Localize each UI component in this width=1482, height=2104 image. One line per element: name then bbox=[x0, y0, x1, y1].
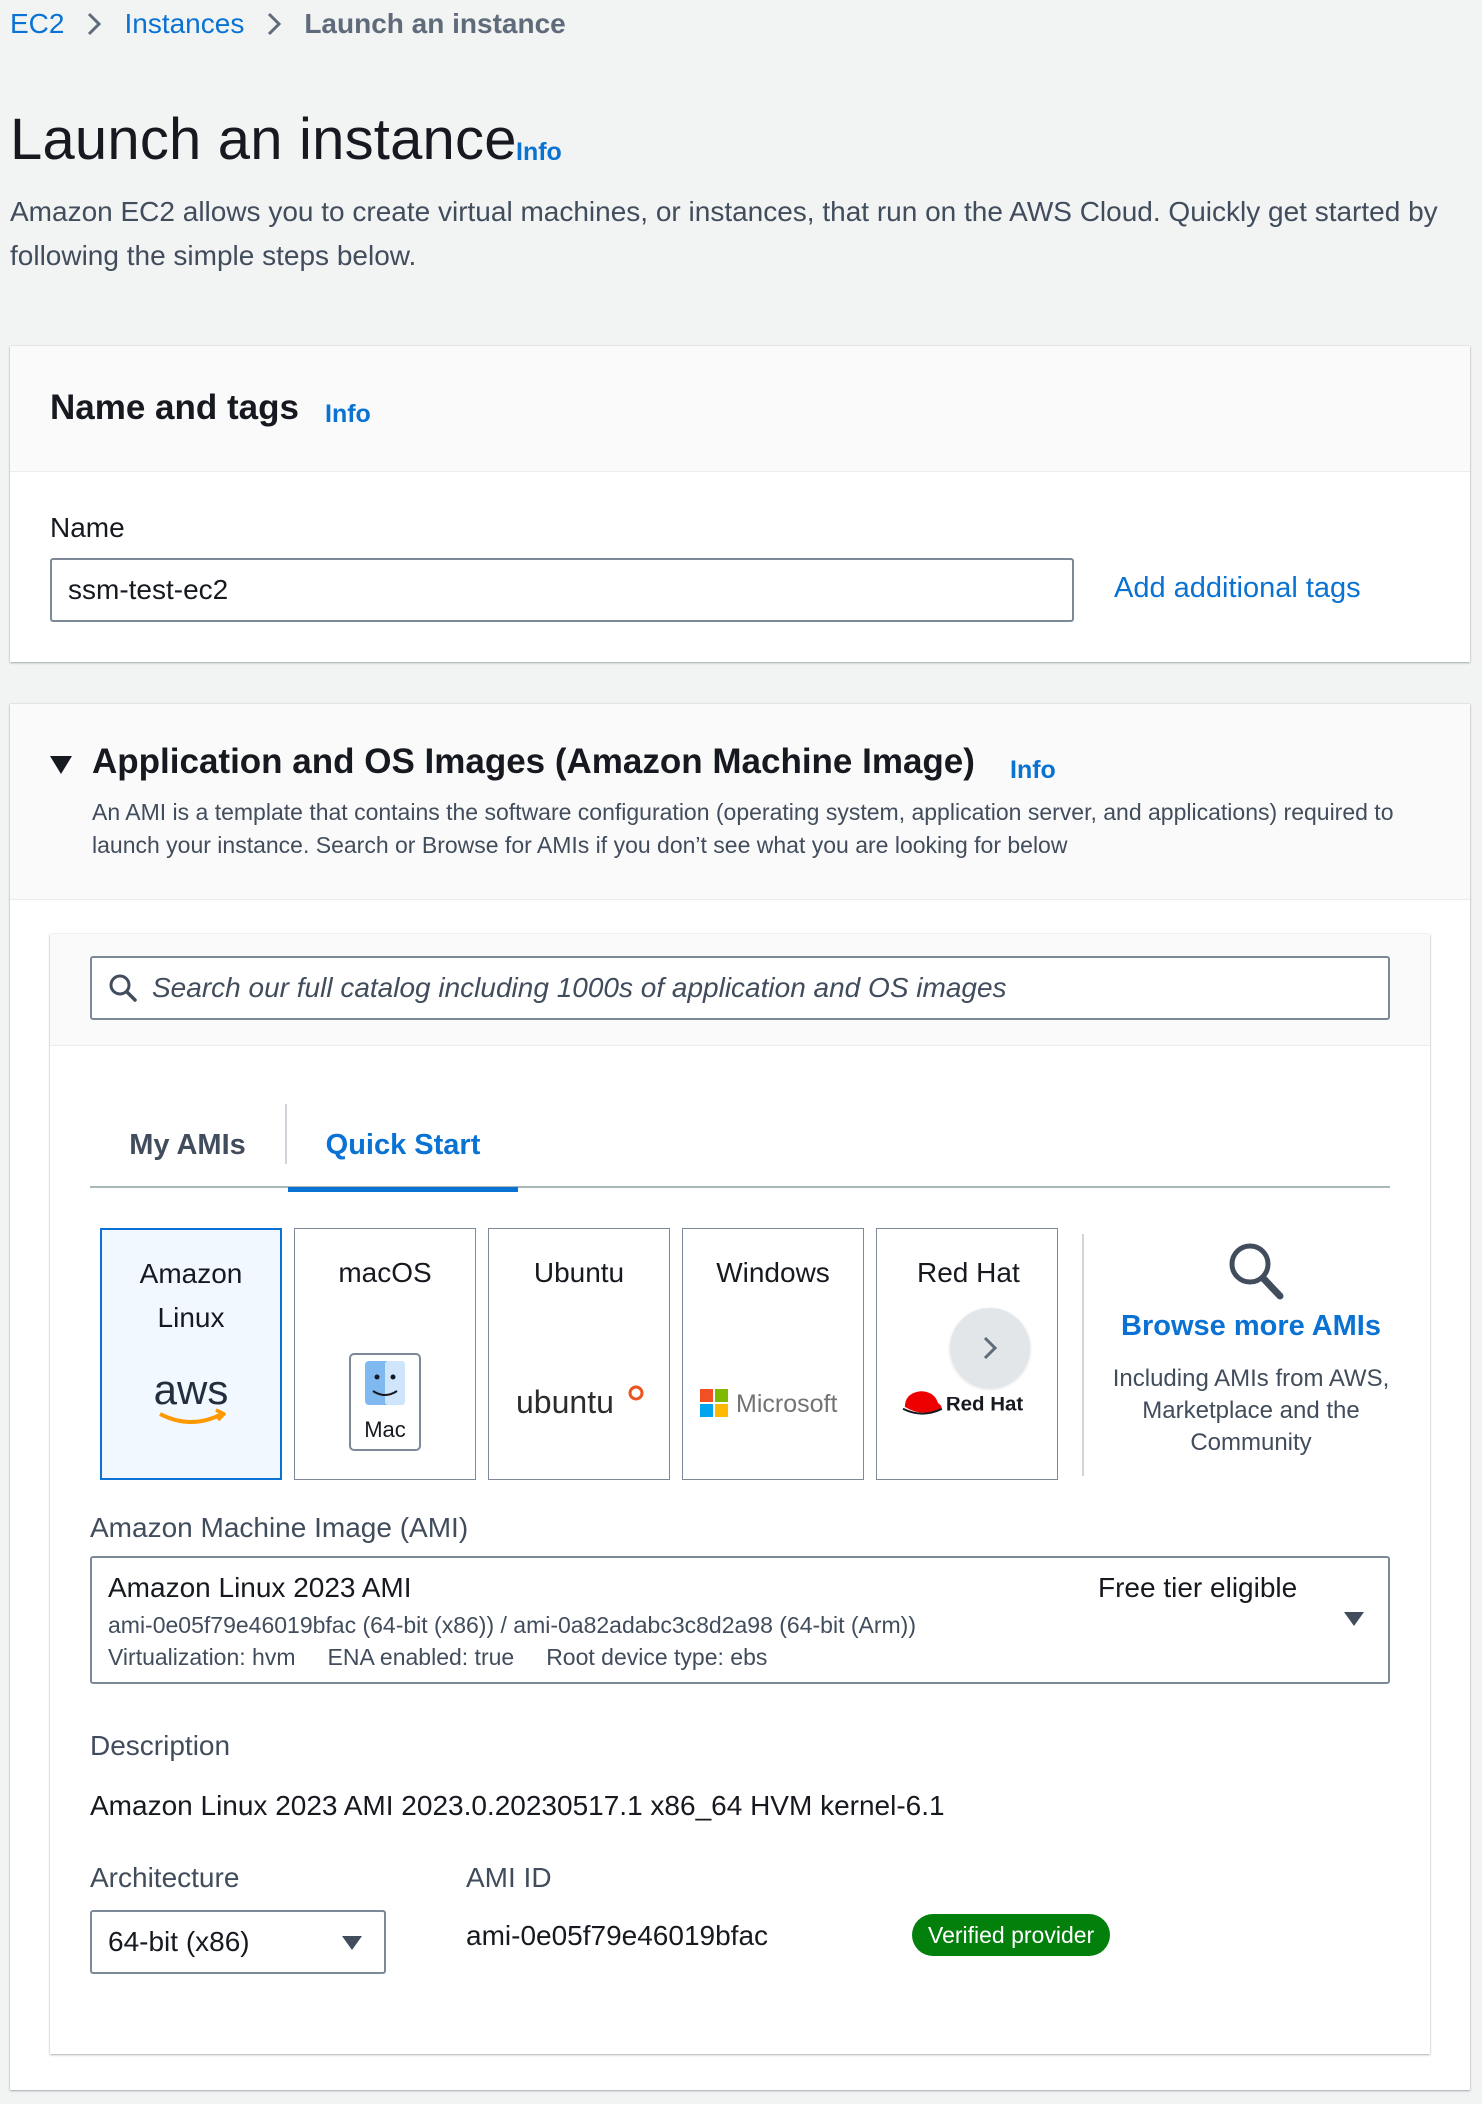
microsoft-logo-text: Microsoft bbox=[736, 1390, 837, 1418]
ami-catalog-box: Search our full catalog including 1000s … bbox=[50, 934, 1430, 2054]
breadcrumb-instances[interactable]: Instances bbox=[124, 8, 244, 40]
ami-tabs: My AMIs Quick Start bbox=[90, 1102, 1390, 1192]
ami-panel-title: Application and OS Images (Amazon Machin… bbox=[92, 742, 975, 781]
ami-ids: ami-0e05f79e46019bfac (64-bit (x86)) / a… bbox=[108, 1612, 916, 1638]
tile-label: Amazon Linux bbox=[139, 1258, 243, 1333]
aws-logo-icon: aws bbox=[102, 1370, 280, 1434]
ami-panel-header: Application and OS Images (Amazon Machin… bbox=[10, 704, 1470, 900]
tiles-next-button[interactable] bbox=[950, 1308, 1030, 1388]
ubuntu-logo-icon: ubuntu bbox=[489, 1379, 669, 1423]
tile-label: Ubuntu bbox=[533, 1257, 625, 1288]
browse-more-subtitle: Including AMIs from AWS, Marketplace and… bbox=[1112, 1365, 1390, 1456]
page-title: Launch an instance bbox=[10, 107, 517, 172]
caret-down-icon bbox=[1344, 1612, 1364, 1626]
page-description: Amazon EC2 allows you to create virtual … bbox=[10, 196, 1438, 271]
mac-logo-icon: Mac bbox=[295, 1353, 475, 1451]
ami-ena: ENA enabled: true bbox=[327, 1644, 515, 1670]
name-input[interactable]: ssm-test-ec2 bbox=[50, 558, 1074, 622]
architecture-label: Architecture bbox=[90, 1862, 240, 1893]
ami-panel-description: An AMI is a template that contains the s… bbox=[92, 799, 1394, 858]
ami-info-link[interactable]: Info bbox=[1010, 756, 1056, 785]
os-tiles: Amazon Linux aws macOS Mac Ubuntu ubuntu… bbox=[100, 1228, 1060, 1480]
ami-root-device: Root device type: ebs bbox=[546, 1644, 768, 1670]
name-and-tags-header: Name and tags Info bbox=[10, 346, 1470, 472]
collapse-caret-icon[interactable] bbox=[50, 756, 72, 774]
description-value: Amazon Linux 2023 AMI 2023.0.20230517.1 … bbox=[90, 1790, 945, 1821]
ami-select-label: Amazon Machine Image (AMI) bbox=[90, 1512, 469, 1543]
search-icon bbox=[1226, 1240, 1286, 1307]
svg-text:aws: aws bbox=[154, 1370, 229, 1413]
ami-id-label: AMI ID bbox=[466, 1862, 552, 1893]
tile-label: Red Hat bbox=[917, 1257, 1020, 1288]
ami-virtualization: Virtualization: hvm bbox=[108, 1644, 296, 1670]
name-field-label: Name bbox=[50, 512, 125, 543]
breadcrumb-current: Launch an instance bbox=[304, 8, 566, 39]
ami-id-value: ami-0e05f79e46019bfac bbox=[466, 1920, 769, 1951]
tile-macos[interactable]: macOS Mac bbox=[294, 1228, 476, 1480]
mac-logo-text: Mac bbox=[364, 1417, 406, 1442]
redhat-logo-icon: Red Hat bbox=[877, 1381, 1057, 1421]
ami-panel: Application and OS Images (Amazon Machin… bbox=[10, 704, 1470, 2090]
chevron-right-icon bbox=[983, 1336, 998, 1360]
tab-quick-start[interactable]: Quick Start bbox=[288, 1102, 518, 1192]
tab-divider bbox=[285, 1104, 287, 1164]
tab-my-amis[interactable]: My AMIs bbox=[90, 1102, 285, 1188]
tile-amazon-linux[interactable]: Amazon Linux aws bbox=[100, 1228, 282, 1480]
tile-windows[interactable]: Windows Microsoft bbox=[682, 1228, 864, 1480]
microsoft-logo-icon: Microsoft bbox=[683, 1379, 863, 1423]
page-info-link[interactable]: Info bbox=[516, 138, 562, 167]
breadcrumb: EC2 Instances Launch an instance bbox=[10, 6, 566, 42]
verified-provider-badge: Verified provider bbox=[912, 1914, 1111, 1956]
browse-more-amis: Browse more AMIs Including AMIs from AWS… bbox=[1106, 1234, 1396, 1459]
caret-down-icon bbox=[342, 1936, 362, 1950]
ami-meta: Virtualization: hvm ENA enabled: true Ro… bbox=[108, 1644, 767, 1671]
ami-select[interactable]: Amazon Linux 2023 AMI Free tier eligible… bbox=[90, 1556, 1390, 1684]
description-label: Description bbox=[90, 1730, 231, 1761]
chevron-right-icon bbox=[266, 11, 282, 37]
ubuntu-logo-text: ubuntu bbox=[516, 1384, 614, 1420]
tile-ubuntu[interactable]: Ubuntu ubuntu bbox=[488, 1228, 670, 1480]
add-additional-tags-link[interactable]: Add additional tags bbox=[1114, 572, 1361, 605]
breadcrumb-ec2[interactable]: EC2 bbox=[10, 8, 64, 40]
ami-name: Amazon Linux 2023 AMI bbox=[108, 1572, 412, 1603]
free-tier-badge: Free tier eligible bbox=[1098, 1572, 1298, 1603]
name-and-tags-info-link[interactable]: Info bbox=[325, 400, 371, 429]
architecture-select[interactable]: 64-bit (x86) bbox=[90, 1910, 386, 1974]
name-and-tags-panel: Name and tags Info Name ssm-test-ec2 Add… bbox=[10, 346, 1470, 662]
redhat-logo-text: Red Hat bbox=[946, 1393, 1024, 1416]
architecture-value: 64-bit (x86) bbox=[108, 1926, 250, 1957]
search-icon bbox=[108, 973, 138, 1003]
ami-search-header: Search our full catalog including 1000s … bbox=[50, 934, 1430, 1046]
tile-label: Windows bbox=[716, 1257, 830, 1288]
name-and-tags-title: Name and tags bbox=[50, 388, 299, 427]
browse-more-amis-link[interactable]: Browse more AMIs bbox=[1106, 1310, 1396, 1343]
tiles-divider bbox=[1082, 1234, 1084, 1476]
ami-search-placeholder: Search our full catalog including 1000s … bbox=[152, 972, 1007, 1003]
ami-search-input[interactable]: Search our full catalog including 1000s … bbox=[90, 956, 1390, 1020]
chevron-right-icon bbox=[86, 11, 102, 37]
tile-label: macOS bbox=[338, 1257, 432, 1288]
